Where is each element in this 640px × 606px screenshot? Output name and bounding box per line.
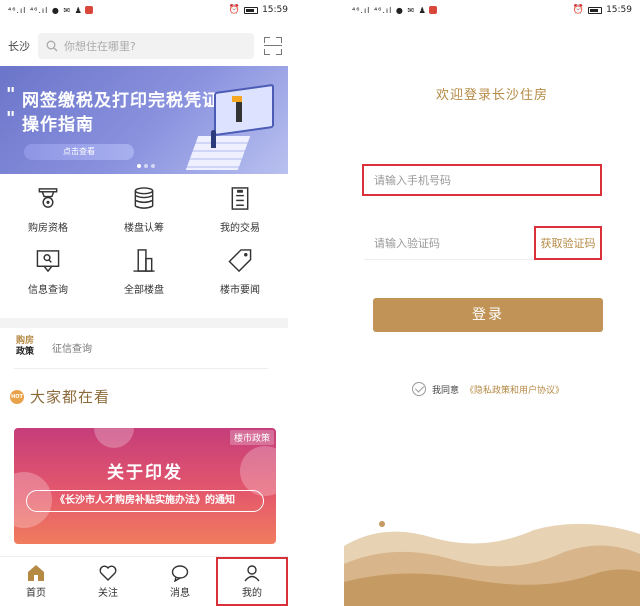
clock: 15:59	[262, 5, 288, 15]
grid-label: 我的交易	[220, 223, 260, 234]
bottom-nav: 首页 关注 消息 我的	[0, 556, 288, 606]
carousel-dots	[137, 164, 155, 168]
seal-icon	[38, 188, 58, 208]
grid-label: 全部楼盘	[124, 285, 164, 296]
grid-item-info-query[interactable]: 信息查询	[0, 248, 96, 296]
alarm-icon: ⏰	[228, 5, 241, 15]
service-grid: 购房资格 楼盘认筹 我的交易 信息查询 全部楼盘 楼市要闻	[0, 186, 288, 296]
nav-label: 首页	[26, 588, 46, 599]
news-title: 关于印发	[107, 463, 183, 483]
login-screen: ⁴⁶.ıl ⁴⁶.ıl ● ✉ ♟ ⏰ 15:59 欢迎登录长沙住房 请输入手机…	[344, 0, 640, 606]
nav-label: 消息	[170, 588, 190, 599]
home-icon	[28, 565, 44, 581]
status-bar: ⁴⁶.ıl ⁴⁶.ıl ● ✉ ♟ ⏰ 15:59	[344, 0, 640, 20]
section-divider	[0, 318, 288, 328]
tab-label-line2: 政策	[15, 347, 34, 357]
news-subtitle: 《长沙市人才购房补贴实施办法》的通知	[26, 490, 264, 512]
heart-icon	[99, 565, 117, 581]
monitor-illustration	[214, 83, 274, 137]
status-icons: ⁴⁶.ıl ⁴⁶.ıl ● ✉ ♟	[8, 5, 83, 15]
person-illustration	[236, 100, 242, 122]
quote-mark: "	[6, 108, 16, 129]
privacy-link[interactable]: 《隐私政策和用户协议》	[465, 383, 564, 396]
nav-messages[interactable]: 消息	[144, 557, 216, 606]
top-bar: 长沙 你想住在哪里?	[0, 30, 296, 62]
alarm-icon: ⏰	[572, 5, 585, 15]
tab-label-line1: 购房	[15, 336, 34, 346]
status-right: ⏰ 15:59	[229, 5, 288, 15]
stairs-illustration	[185, 136, 251, 170]
grid-item-purchase-qualification[interactable]: 购房资格	[0, 186, 96, 234]
verification-code-row: 请输入验证码 获取验证码	[364, 225, 602, 260]
login-button[interactable]: 登录	[373, 298, 603, 332]
phone-placeholder: 请输入手机号码	[374, 174, 451, 187]
search-icon	[46, 40, 58, 52]
agree-checkbox[interactable]	[412, 382, 426, 396]
notification-badge	[84, 6, 93, 14]
flag-illustration	[232, 96, 242, 102]
banner-subtitle: 操作指南	[22, 115, 94, 135]
document-icon	[231, 187, 249, 210]
grid-item-my-transactions[interactable]: 我的交易	[192, 186, 288, 234]
chat-icon	[171, 565, 189, 582]
grid-label: 楼盘认筹	[124, 223, 164, 234]
tab-credit-query[interactable]: 征信查询	[52, 340, 92, 355]
nav-follow[interactable]: 关注	[72, 557, 144, 606]
person-illustration	[211, 130, 216, 148]
coin-stack-icon	[134, 187, 154, 209]
phone-number-field[interactable]: 请输入手机号码	[362, 164, 602, 196]
grid-label: 楼市要闻	[220, 285, 260, 296]
query-icon	[36, 250, 60, 273]
news-category-tag: 楼市政策	[229, 430, 274, 445]
nav-label: 我的	[242, 588, 262, 599]
section-header: HOT 大家都在看	[10, 386, 110, 407]
banner-title: 网签缴税及打印完税凭证	[22, 91, 220, 111]
city-selector[interactable]: 长沙	[0, 38, 38, 54]
grid-label: 购房资格	[28, 223, 68, 234]
agree-text: 我同意	[432, 385, 460, 396]
sub-tabs: 购房 政策 征信查询	[14, 336, 92, 358]
nav-label: 关注	[98, 588, 118, 599]
building-icon	[133, 249, 155, 272]
battery-icon	[588, 6, 603, 14]
news-card[interactable]: 楼市政策 关于印发 《长沙市人才购房补贴实施办法》的通知	[14, 428, 276, 544]
search-placeholder: 你想住在哪里?	[64, 40, 136, 53]
verification-code-field[interactable]: 请输入验证码	[364, 235, 440, 251]
grid-label: 信息查询	[28, 285, 68, 296]
status-icons: ⁴⁶.ıl ⁴⁶.ıl ● ✉ ♟	[352, 5, 427, 15]
clock: 15:59	[606, 5, 632, 15]
agreement-row: 我同意 《隐私政策和用户协议》	[412, 382, 564, 396]
notification-badge	[428, 6, 437, 14]
grid-item-subscription[interactable]: 楼盘认筹	[96, 186, 192, 234]
grid-item-all-properties[interactable]: 全部楼盘	[96, 248, 192, 296]
welcome-title: 欢迎登录长沙住房	[435, 88, 548, 103]
section-title: 大家都在看	[30, 388, 111, 406]
scan-icon[interactable]	[264, 37, 282, 55]
status-bar: ⁴⁶.ıl ⁴⁶.ıl ● ✉ ♟ ⏰ 15:59	[0, 0, 296, 20]
battery-icon	[244, 6, 259, 14]
search-input[interactable]: 你想住在哪里?	[38, 33, 254, 59]
user-icon	[244, 565, 260, 582]
hills-decoration	[344, 521, 640, 606]
banner-button[interactable]: 点击查看	[24, 144, 134, 160]
nav-home[interactable]: 首页	[0, 557, 72, 606]
home-screen: ⁴⁶.ıl ⁴⁶.ıl ● ✉ ♟ ⏰ 15:59 长沙 你想住在哪里? " 网…	[0, 0, 296, 606]
quote-mark: "	[6, 84, 16, 105]
tab-housing-policy[interactable]: 购房 政策	[14, 336, 36, 358]
grid-item-market-news[interactable]: 楼市要闻	[192, 248, 288, 296]
divider	[14, 368, 268, 369]
hot-icon: HOT	[10, 389, 24, 404]
nav-mine[interactable]: 我的	[216, 557, 288, 606]
status-right: ⏰ 15:59	[573, 5, 632, 15]
get-code-button[interactable]: 获取验证码	[534, 225, 602, 260]
tag-icon	[228, 249, 252, 273]
promo-banner[interactable]: " 网签缴税及打印完税凭证 " 操作指南 点击查看	[0, 66, 288, 174]
